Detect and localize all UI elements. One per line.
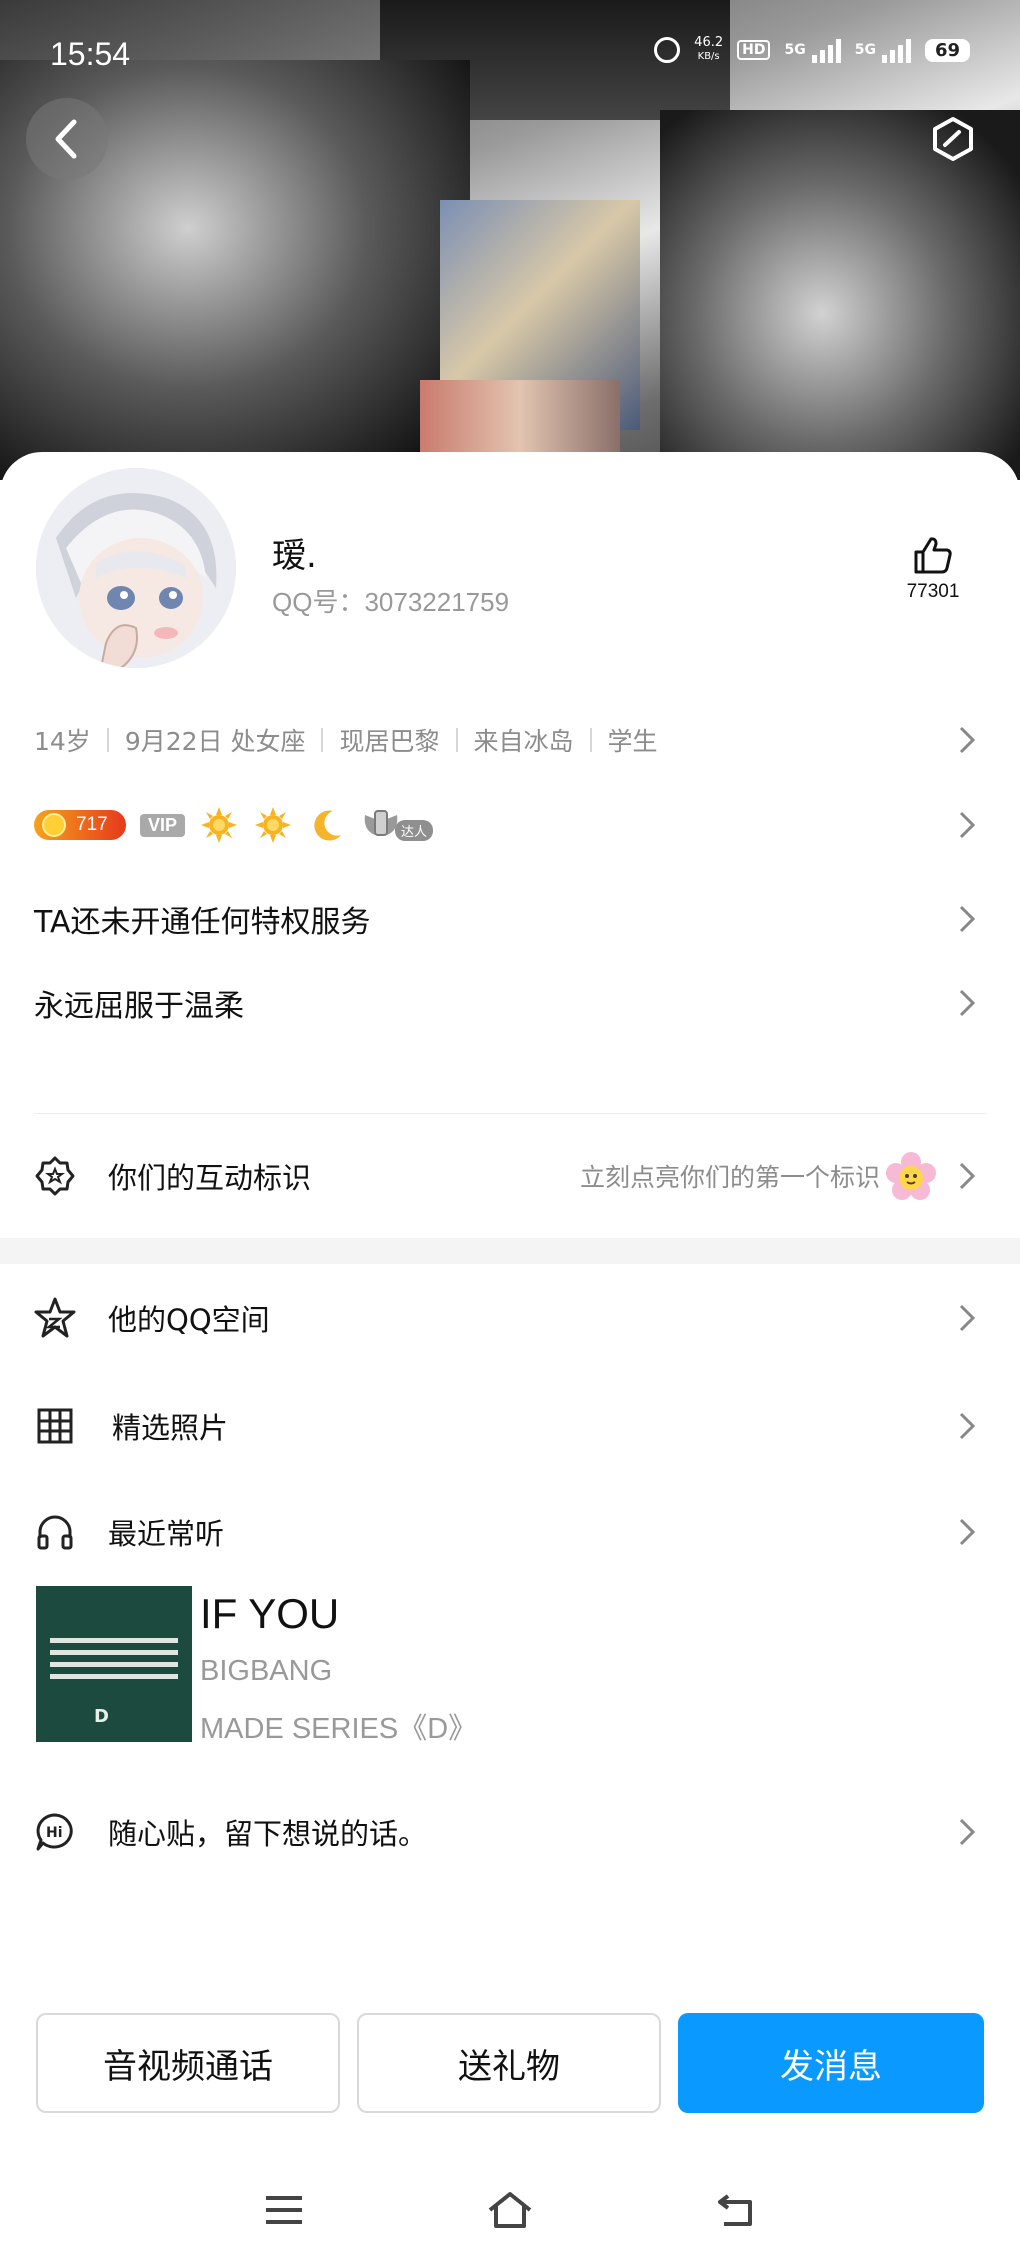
sun-icon bbox=[255, 807, 292, 843]
info-hometown: 来自冰岛 bbox=[473, 727, 574, 756]
daren-badge: 达人 bbox=[361, 805, 434, 845]
status-bar: 15:54 46.2 KB/s HD 5G 5G 69 bbox=[0, 30, 1020, 80]
menu-icon bbox=[266, 2196, 302, 2224]
sun-icon bbox=[201, 807, 238, 843]
signal-icon bbox=[811, 37, 841, 63]
interaction-label: 你们的互动标识 bbox=[108, 1161, 312, 1195]
like-button[interactable]: 77301 bbox=[900, 535, 966, 603]
note-row[interactable]: Hi 随心贴，留下想说的话。 bbox=[0, 1802, 1020, 1862]
info-location: 现居巴黎 bbox=[339, 727, 440, 756]
signature-row[interactable]: 永远屈服于温柔 bbox=[0, 980, 1020, 1026]
more-button[interactable] bbox=[912, 98, 994, 180]
chevron-right-icon bbox=[959, 1304, 976, 1332]
interaction-mark-row[interactable]: 你们的互动标识 立刻点亮你们的第一个标识 bbox=[0, 1146, 1020, 1206]
info-age: 14岁 bbox=[34, 727, 91, 756]
info-occupation: 学生 bbox=[607, 727, 658, 756]
chevron-left-icon bbox=[55, 119, 77, 159]
chevron-right-icon bbox=[959, 1818, 976, 1846]
divider bbox=[34, 1113, 986, 1114]
network-type-1: 5G bbox=[784, 42, 806, 58]
section-separator bbox=[0, 1238, 1020, 1264]
svg-text:Hi: Hi bbox=[46, 1825, 63, 1841]
album-cover[interactable]: D bbox=[36, 1586, 192, 1742]
video-call-button[interactable]: 音视频通话 bbox=[36, 2013, 340, 2113]
signature-text: 永远屈服于温柔 bbox=[34, 989, 244, 1024]
system-nav-bar bbox=[0, 2170, 1020, 2250]
signal-icon-2 bbox=[881, 37, 911, 63]
qzone-row[interactable]: 他的QQ空间 bbox=[0, 1288, 1020, 1348]
hexagon-icon bbox=[933, 117, 973, 161]
qzone-label: 他的QQ空间 bbox=[108, 1303, 270, 1337]
return-icon bbox=[718, 2194, 752, 2226]
hd-icon: HD bbox=[737, 40, 771, 60]
privilege-row[interactable]: TA还未开通任何特权服务 bbox=[0, 896, 1020, 942]
moon-icon bbox=[314, 810, 342, 841]
recent-music-row[interactable]: 最近常听 bbox=[0, 1502, 1020, 1562]
chevron-right-icon bbox=[959, 726, 976, 754]
photos-row[interactable]: 精选照片 bbox=[0, 1396, 1020, 1456]
level-badge: 717 bbox=[34, 810, 126, 840]
chevron-right-icon bbox=[959, 905, 976, 933]
badges-row[interactable]: 717 VIP 达人 bbox=[0, 800, 1020, 850]
net-speed: 46.2 KB/s bbox=[694, 35, 724, 63]
send-gift-button[interactable]: 送礼物 bbox=[357, 2013, 661, 2113]
back-nav-button[interactable] bbox=[706, 2180, 766, 2240]
song-title[interactable]: IF YOU bbox=[200, 1590, 339, 1638]
home-nav-button[interactable] bbox=[480, 2180, 540, 2240]
badge-outline-icon bbox=[32, 1153, 78, 1199]
song-album: MADE SERIES《D》 bbox=[200, 1713, 478, 1745]
send-message-button[interactable]: 发消息 bbox=[678, 2013, 984, 2113]
home-icon bbox=[488, 2192, 532, 2228]
hi-bubble-icon: Hi bbox=[32, 1809, 78, 1855]
chevron-right-icon bbox=[959, 989, 976, 1017]
chevron-right-icon bbox=[959, 811, 976, 839]
alarm-icon bbox=[654, 37, 681, 63]
info-birthday: 9月22日 处女座 bbox=[124, 727, 306, 756]
vip-badge: VIP bbox=[140, 813, 186, 837]
grid-icon bbox=[32, 1403, 78, 1449]
avatar[interactable] bbox=[36, 468, 236, 668]
menu-nav-button[interactable] bbox=[254, 2180, 314, 2240]
headphones-icon bbox=[32, 1509, 78, 1555]
profile-info-row[interactable]: 14岁 9月22日 处女座 现居巴黎 来自冰岛 学生 bbox=[0, 718, 1020, 762]
chevron-right-icon bbox=[959, 1162, 976, 1190]
recent-music-label: 最近常听 bbox=[108, 1517, 225, 1551]
privilege-text: TA还未开通任何特权服务 bbox=[34, 905, 371, 940]
note-label: 随心贴，留下想说的话。 bbox=[108, 1817, 428, 1851]
interaction-hint: 立刻点亮你们的第一个标识 bbox=[579, 1163, 880, 1192]
status-time: 15:54 bbox=[50, 36, 131, 72]
thumbs-up-icon bbox=[914, 537, 952, 574]
coin-icon bbox=[42, 813, 66, 837]
qq-number: QQ号：3073221759 bbox=[272, 587, 510, 617]
flower-sticker-icon bbox=[886, 1152, 936, 1202]
back-button[interactable] bbox=[26, 98, 108, 180]
battery-icon: 69 bbox=[924, 38, 970, 62]
network-type-2: 5G bbox=[854, 42, 876, 58]
chevron-right-icon bbox=[959, 1412, 976, 1440]
nickname: 瑷. bbox=[272, 536, 317, 576]
photos-label: 精选照片 bbox=[112, 1411, 229, 1445]
chevron-right-icon bbox=[959, 1518, 976, 1546]
star-outline-icon bbox=[32, 1295, 78, 1341]
song-artist: BIGBANG bbox=[200, 1655, 333, 1687]
like-count: 77301 bbox=[906, 581, 960, 602]
